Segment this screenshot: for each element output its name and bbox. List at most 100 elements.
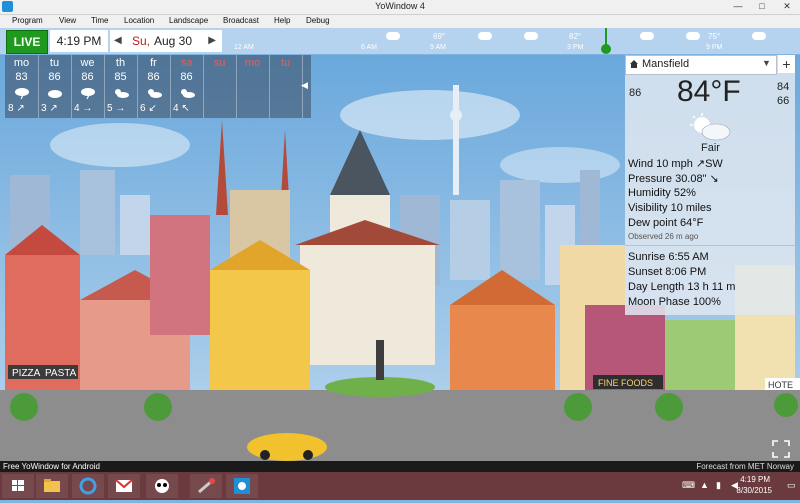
cloud-icon — [640, 32, 654, 40]
thunderstorm-icon — [14, 87, 30, 100]
cloud-icon — [386, 32, 400, 40]
forecast-day[interactable]: fr 86 6 ↙ — [137, 55, 171, 118]
forecast-day[interactable]: mo — [236, 55, 270, 118]
empty-icon — [212, 87, 228, 99]
taskbar-clock-date[interactable]: 8/30/2015 — [736, 486, 772, 495]
title-bar: YoWindow 4 — □ ✕ — [0, 0, 800, 15]
timeline-bar[interactable]: LIVE 4:19 PM ◀ Su, Aug 30 ▶ 12 AM 6 AM 9… — [0, 28, 800, 54]
forecast-day[interactable]: tu — [269, 55, 303, 118]
add-location-button[interactable]: + — [778, 55, 795, 73]
observed-time: Observed 26 m ago — [628, 232, 699, 241]
file-explorer-icon[interactable] — [36, 474, 68, 498]
forecast-wind: 8 ↗ — [8, 103, 25, 114]
timeline-label: 12 AM — [234, 44, 254, 51]
partly-cloudy-icon — [113, 87, 129, 99]
menu-landscape[interactable]: Landscape — [169, 16, 208, 25]
chevron-down-icon[interactable]: ▼ — [762, 58, 771, 68]
pasta-sign: PASTA — [45, 368, 77, 379]
cloud-icon — [478, 32, 492, 40]
forecast-day[interactable]: we 86 4 → — [71, 55, 105, 118]
keyboard-icon[interactable]: ⌨ — [682, 480, 695, 491]
forecast-high: 85 — [114, 71, 127, 83]
hotel-sign: HOTE — [768, 380, 793, 390]
gmail-icon[interactable] — [108, 474, 140, 498]
current-temperature: 84°F — [677, 75, 741, 108]
partly-cloudy-icon — [179, 87, 195, 99]
fine-foods-sign: FINE FOODS — [598, 378, 653, 388]
partly-cloudy-icon — [690, 113, 731, 141]
dew-point-stat: Dew point 64°F — [628, 217, 704, 229]
forecast-day-name: th — [115, 57, 126, 69]
moon-phase-stat: Moon Phase 100% — [628, 296, 721, 308]
date-selector[interactable]: ◀ Su, Aug 30 ▶ — [110, 30, 222, 52]
timeline-temp: 69° — [433, 32, 446, 41]
panda-icon[interactable] — [146, 474, 178, 498]
menu-broadcast[interactable]: Broadcast — [223, 16, 259, 25]
menu-program[interactable]: Program — [12, 16, 43, 25]
internet-explorer-icon[interactable] — [72, 474, 104, 498]
pizza-sign: PIZZA — [12, 368, 41, 379]
sunset-stat: Sunset 8:06 PM — [628, 266, 707, 278]
forecast-credit-link[interactable]: Forecast from MET Norway — [696, 462, 794, 471]
forecast-day[interactable]: mo 83 8 ↗ — [5, 55, 39, 118]
forecast-high: 86 — [48, 71, 61, 83]
empty-icon — [245, 87, 261, 99]
forecast-panel: mo 83 8 ↗ tu 86 3 ↗ we 86 4 → th 85 5 → fr 86 6 ↙ sa 86 4… — [5, 55, 311, 118]
fullscreen-icon[interactable] — [772, 440, 790, 458]
location-name: Mansfield — [642, 58, 690, 70]
menu-view[interactable]: View — [59, 16, 76, 25]
windows-start-icon[interactable] — [2, 474, 34, 498]
forecast-wind: 5 → — [107, 103, 126, 114]
current-time-handle[interactable] — [601, 44, 611, 54]
forecast-wind: 4 ↖ — [173, 103, 190, 114]
yowindow-icon[interactable] — [226, 474, 258, 498]
rain-icon — [752, 32, 766, 40]
taskbar-clock-time[interactable]: 4:19 PM — [740, 475, 770, 484]
forecast-day-name: su — [213, 57, 226, 69]
menu-bar: Program View Time Location Landscape Bro… — [0, 15, 800, 28]
maximize-button[interactable]: □ — [751, 0, 773, 14]
humidity-stat: Humidity 52% — [628, 187, 696, 199]
forecast-wind: 3 ↗ — [41, 103, 58, 114]
collapse-forecast-icon[interactable]: ◀ — [301, 80, 308, 91]
close-button[interactable]: ✕ — [776, 0, 798, 14]
wind-stat: Wind 10 mph ↗SW — [628, 158, 723, 170]
timeline-label: 6 AM — [361, 44, 377, 51]
menu-location[interactable]: Location — [124, 16, 154, 25]
forecast-day[interactable]: sa 86 4 ↖ — [170, 55, 204, 118]
notification-icon[interactable]: ▭ — [787, 480, 796, 491]
window-title: YoWindow 4 — [375, 1, 425, 11]
chevron-left-icon[interactable]: ◀ — [114, 30, 122, 52]
forecast-high: 86 — [81, 71, 94, 83]
location-selector[interactable]: Mansfield ▼ — [625, 55, 777, 75]
minimize-button[interactable]: — — [727, 0, 749, 14]
timeline-label: 3 PM — [567, 44, 584, 51]
time-display[interactable]: 4:19 PM — [50, 30, 108, 52]
forecast-high: 86 — [180, 71, 193, 83]
forecast-day[interactable]: th 85 5 → — [104, 55, 138, 118]
partly-cloudy-icon — [524, 32, 538, 40]
rain-icon — [686, 32, 700, 40]
forecast-day-name: mo — [13, 57, 30, 69]
menu-help[interactable]: Help — [274, 16, 290, 25]
empty-icon — [278, 87, 294, 99]
live-button[interactable]: LIVE — [6, 30, 48, 54]
date-day: Su, — [132, 34, 151, 48]
timeline-label: 9 AM — [430, 44, 446, 51]
menu-time[interactable]: Time — [91, 16, 108, 25]
menu-debug[interactable]: Debug — [306, 16, 330, 25]
android-promo-link[interactable]: Free YoWindow for Android — [3, 462, 100, 471]
forecast-day-name: we — [80, 57, 95, 69]
pressure-stat: Pressure 30.08" ↘ — [628, 173, 719, 185]
network-icon[interactable]: ▮ — [716, 480, 721, 491]
forecast-day[interactable]: tu 86 3 ↗ — [38, 55, 72, 118]
forecast-day[interactable]: su — [203, 55, 237, 118]
tool-icon[interactable] — [190, 474, 222, 498]
forecast-day-name: mo — [244, 57, 261, 69]
chevron-right-icon[interactable]: ▶ — [208, 30, 216, 52]
forecast-wind: 6 ↙ — [140, 103, 157, 114]
chevron-up-icon[interactable]: ▲ — [700, 480, 709, 490]
cloudy-icon — [47, 87, 63, 99]
forecast-wind: 4 → — [74, 103, 93, 114]
feels-like-temp: 86 — [629, 87, 642, 99]
